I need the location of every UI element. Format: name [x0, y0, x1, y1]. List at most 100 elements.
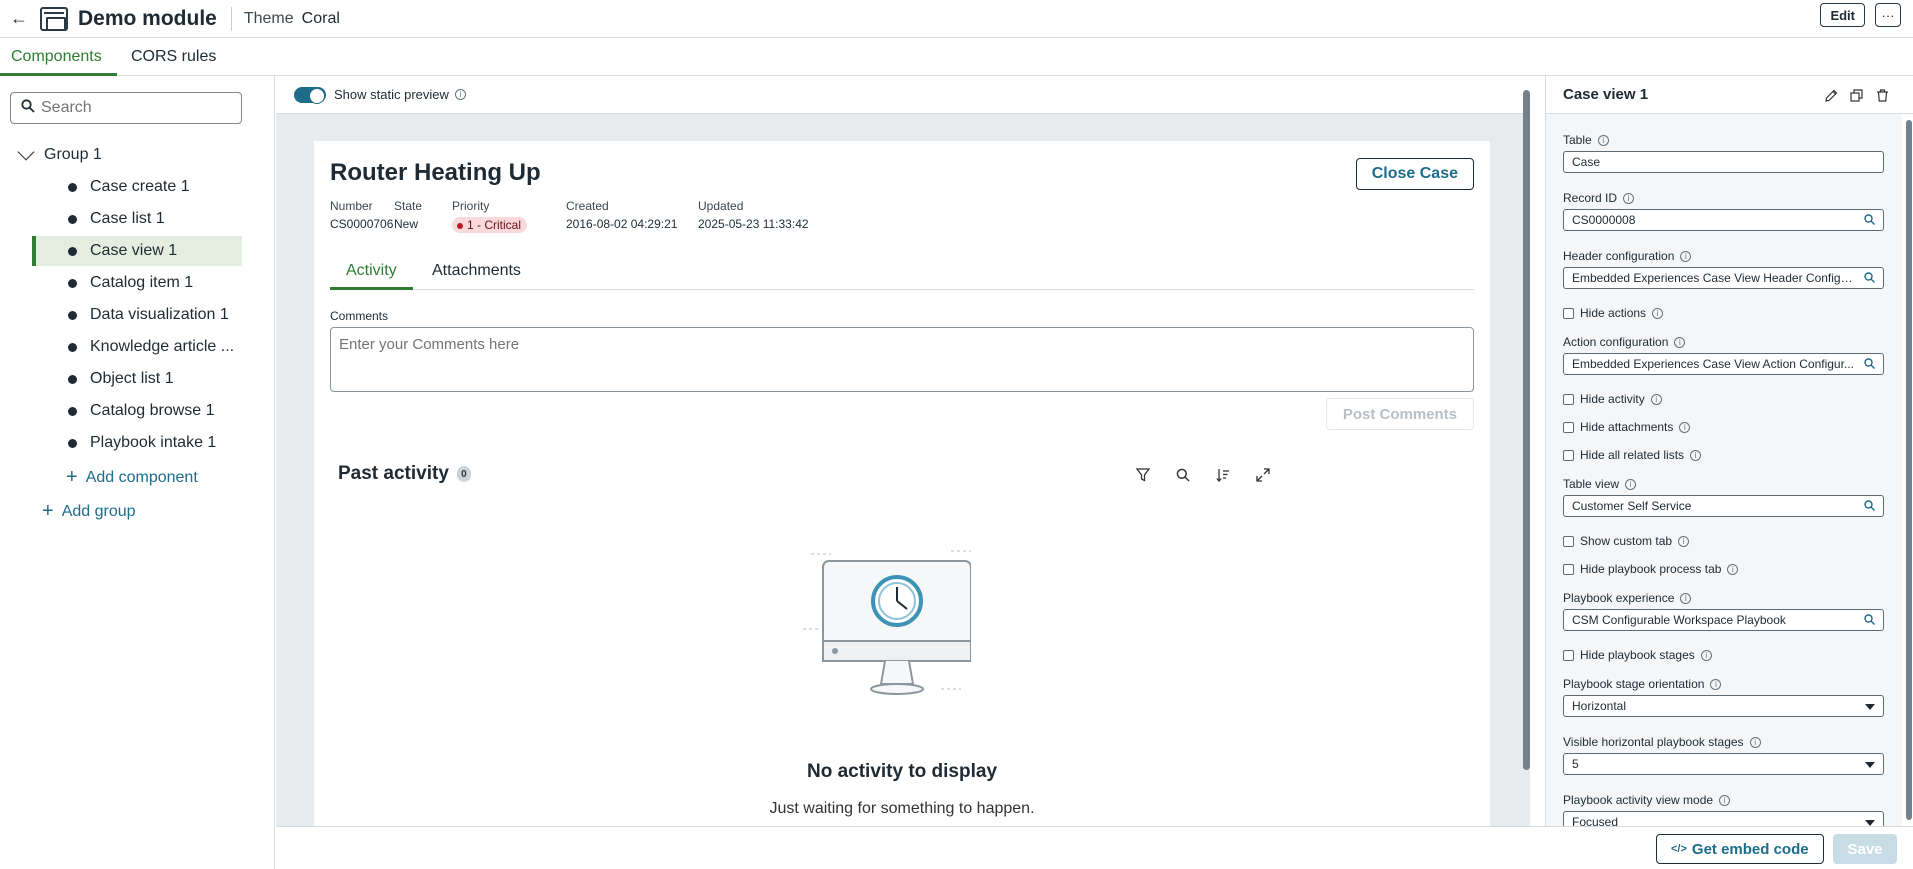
info-icon[interactable]: i: [1727, 563, 1739, 575]
info-icon[interactable]: i: [1679, 421, 1691, 433]
filter-icon[interactable]: [1132, 464, 1154, 486]
hide-playbook-tab-checkbox[interactable]: Hide playbook process tab i: [1563, 562, 1739, 576]
table-input[interactable]: Case: [1563, 151, 1884, 173]
info-icon[interactable]: i: [454, 89, 466, 100]
tab-components[interactable]: Components: [0, 38, 117, 76]
add-group-link[interactable]: + Add group: [42, 500, 136, 523]
info-icon[interactable]: i: [1680, 250, 1692, 262]
search-input[interactable]: [41, 99, 231, 117]
show-custom-tab-checkbox[interactable]: Show custom tab i: [1563, 534, 1690, 548]
search-icon[interactable]: [1864, 358, 1875, 369]
static-preview-toggle[interactable]: [294, 86, 326, 104]
info-icon[interactable]: i: [1625, 478, 1637, 490]
info-icon[interactable]: i: [1710, 678, 1722, 690]
edit-button[interactable]: Edit: [1820, 3, 1865, 27]
save-button[interactable]: Save: [1833, 834, 1897, 864]
info-icon[interactable]: i: [1700, 649, 1712, 661]
tree-item-case-view[interactable]: Case view 1: [32, 236, 242, 266]
info-icon[interactable]: i: [1623, 192, 1635, 204]
hide-related-lists-checkbox[interactable]: Hide all related lists i: [1563, 448, 1702, 462]
checkbox[interactable]: [1563, 393, 1574, 405]
tab-cors-rules[interactable]: CORS rules: [131, 38, 216, 76]
header-config-input[interactable]: Embedded Experiences Case View Header Co…: [1563, 267, 1884, 289]
search-icon: [21, 99, 35, 117]
get-embed-code-button[interactable]: </> Get embed code: [1656, 834, 1824, 864]
info-icon[interactable]: i: [1749, 736, 1761, 748]
theme-value: Coral: [301, 9, 340, 27]
critical-dot-icon: [457, 222, 463, 229]
trash-icon[interactable]: [1873, 86, 1891, 104]
tab-attachments[interactable]: Attachments: [416, 258, 537, 290]
info-icon[interactable]: i: [1652, 307, 1664, 319]
preview-scrollbar[interactable]: [1523, 90, 1530, 770]
search-icon[interactable]: [1864, 500, 1875, 511]
checkbox-label: Hide playbook process tab: [1580, 562, 1722, 576]
checkbox[interactable]: [1563, 649, 1574, 661]
expand-icon[interactable]: [1252, 464, 1274, 486]
close-case-button[interactable]: Close Case: [1355, 158, 1474, 190]
copy-icon[interactable]: [1847, 86, 1865, 104]
tree-item-case-create[interactable]: Case create 1: [32, 172, 242, 202]
hide-attachments-checkbox[interactable]: Hide attachments i: [1563, 420, 1691, 434]
search-icon[interactable]: [1864, 214, 1875, 225]
checkbox[interactable]: [1563, 307, 1574, 319]
sort-icon[interactable]: [1212, 464, 1234, 486]
playbook-experience-input[interactable]: CSM Configurable Workspace Playbook: [1563, 609, 1884, 631]
record-id-input[interactable]: CS0000008: [1563, 209, 1884, 231]
tab-activity[interactable]: Activity: [330, 258, 413, 290]
hide-actions-checkbox[interactable]: Hide actions i: [1563, 306, 1664, 320]
hide-playbook-stages-checkbox[interactable]: Hide playbook stages i: [1563, 648, 1712, 662]
checkbox[interactable]: [1563, 535, 1574, 547]
checkbox[interactable]: [1563, 563, 1574, 575]
tree-item-object-list[interactable]: Object list 1: [32, 364, 242, 394]
panel-scrollbar[interactable]: [1905, 120, 1913, 820]
case-title: Router Heating Up: [330, 159, 541, 186]
bullet-icon: [68, 246, 77, 256]
info-icon[interactable]: i: [1680, 592, 1692, 604]
module-icon: [40, 6, 68, 31]
search-icon[interactable]: [1864, 614, 1875, 625]
chevron-down-icon[interactable]: [17, 143, 35, 161]
info-icon[interactable]: i: [1719, 794, 1731, 806]
tree-item-label: Knowledge article ...: [90, 338, 235, 355]
info-icon[interactable]: i: [1678, 535, 1690, 547]
search-icon[interactable]: [1172, 464, 1194, 486]
add-component-link[interactable]: + Add component: [66, 466, 198, 489]
meta-label: State: [394, 199, 423, 213]
tree-item-playbook-intake[interactable]: Playbook intake 1: [32, 428, 242, 458]
search-icon[interactable]: [1864, 272, 1875, 283]
tree-item-knowledge-article[interactable]: Knowledge article ...: [32, 332, 242, 362]
action-config-input[interactable]: Embedded Experiences Case View Action Co…: [1563, 353, 1884, 375]
tree-item-catalog-browse[interactable]: Catalog browse 1: [32, 396, 242, 426]
info-icon[interactable]: i: [1597, 134, 1609, 146]
checkbox-label: Hide activity: [1580, 392, 1645, 406]
table-label: Table i: [1563, 133, 1609, 147]
search-box[interactable]: [10, 92, 242, 124]
info-icon[interactable]: i: [1690, 449, 1702, 461]
bullet-icon: [68, 438, 77, 448]
table-view-input[interactable]: Customer Self Service: [1563, 495, 1884, 517]
field-label: Playbook stage orientation: [1563, 677, 1705, 691]
tree-item-case-list[interactable]: Case list 1: [32, 204, 242, 234]
activity-view-mode-select[interactable]: Focused: [1563, 811, 1884, 826]
pencil-icon[interactable]: [1822, 86, 1840, 104]
info-icon[interactable]: i: [1674, 336, 1686, 348]
field-value: Focused: [1572, 815, 1619, 826]
checkbox[interactable]: [1563, 421, 1574, 433]
comments-input[interactable]: [330, 327, 1474, 392]
visible-stages-select[interactable]: 5: [1563, 753, 1884, 775]
stage-orientation-select[interactable]: Horizontal: [1563, 695, 1884, 717]
tree-item-catalog-item[interactable]: Catalog item 1: [32, 268, 242, 298]
tree-item-data-visualization[interactable]: Data visualization 1: [32, 300, 242, 330]
field-value: Embedded Experiences Case View Action Co…: [1572, 357, 1854, 371]
post-comments-button[interactable]: Post Comments: [1325, 398, 1474, 430]
checkbox[interactable]: [1563, 449, 1574, 461]
field-label: Header configuration: [1563, 249, 1675, 263]
group-1[interactable]: Group 1: [17, 143, 102, 164]
back-arrow-icon[interactable]: ←: [10, 8, 30, 29]
hide-activity-checkbox[interactable]: Hide activity i: [1563, 392, 1662, 406]
more-options-button[interactable]: ···: [1875, 3, 1901, 27]
info-icon[interactable]: i: [1650, 393, 1662, 405]
field-value: CS0000008: [1572, 213, 1636, 227]
code-icon: </>: [1671, 843, 1687, 855]
